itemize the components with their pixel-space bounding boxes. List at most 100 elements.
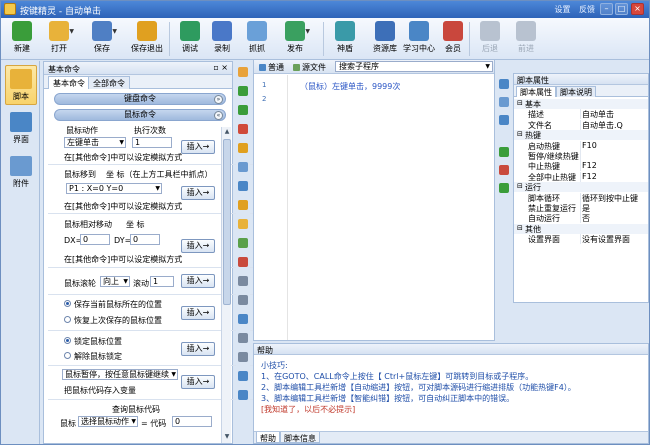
property-row[interactable]: 描述 自动单击 xyxy=(514,109,648,120)
toolbar-button-9[interactable]: 资源库 xyxy=(367,20,403,58)
property-row[interactable]: 设置界面 没有设置界面 xyxy=(514,234,648,245)
collapse-icon[interactable]: ⊟ xyxy=(517,130,523,138)
scroll-amount-input[interactable]: 1 xyxy=(150,276,174,287)
collapse-icon[interactable]: ⊟ xyxy=(517,182,523,190)
dropdown-arrow-icon[interactable]: ▼ xyxy=(305,28,310,35)
property-row[interactable]: 全部中止热键 F12 xyxy=(514,171,648,182)
tab-basic-commands[interactable]: 基本命令 xyxy=(48,76,90,89)
exec-count-input[interactable]: 1 xyxy=(132,137,172,148)
property-value[interactable]: F12 xyxy=(582,172,646,181)
property-value[interactable]: 否 xyxy=(582,213,646,224)
point-select[interactable]: P1 : X=0 Y=0 ▼ xyxy=(66,183,162,194)
category-icon[interactable] xyxy=(499,115,509,125)
toolbar-button-10[interactable]: 学习中心 xyxy=(401,20,437,58)
dismiss-tip-link[interactable]: [我知道了，以后不必提示] xyxy=(261,404,355,415)
property-value[interactable]: 循环到按中止键 xyxy=(582,193,646,204)
refresh-icon[interactable] xyxy=(499,183,509,193)
toolbar-button-1[interactable]: 打开 ▼ xyxy=(46,20,74,58)
find-icon[interactable] xyxy=(238,333,248,343)
toolbar-button-3[interactable]: 保存退出 xyxy=(129,20,165,58)
property-value[interactable]: 没有设置界面 xyxy=(582,234,646,245)
nav-item-2[interactable]: 附件 xyxy=(5,153,37,193)
property-row[interactable]: 自动运行 否 xyxy=(514,213,648,224)
code-line[interactable]: （鼠标）左键单击，9999次 xyxy=(300,81,400,92)
paste-icon[interactable] xyxy=(238,181,248,191)
property-row[interactable]: 中止热键 F12 xyxy=(514,161,648,172)
settings-link[interactable]: 设置 xyxy=(554,5,570,14)
dropdown-arrow-icon[interactable]: ▼ xyxy=(112,28,117,35)
tab-all-commands[interactable]: 全部命令 xyxy=(88,76,130,89)
tab-source-file[interactable]: 源文件 xyxy=(290,61,329,73)
bookmark-icon[interactable] xyxy=(238,371,248,381)
toolbar-button-2[interactable]: 保存 ▼ xyxy=(89,20,117,58)
dy-input[interactable]: 0 xyxy=(130,234,160,245)
property-value[interactable]: F12 xyxy=(582,161,646,170)
property-value[interactable]: 是 xyxy=(582,203,646,214)
restore-position-radio[interactable] xyxy=(64,316,71,323)
toolbar-button-5[interactable]: 录制 xyxy=(209,20,235,58)
insert-button[interactable]: 插入→ xyxy=(181,274,215,288)
copy-icon[interactable] xyxy=(238,162,248,172)
property-category[interactable]: ⊟ 运行 xyxy=(514,182,648,193)
insert-button[interactable]: 插入→ xyxy=(181,342,215,356)
indent-icon[interactable] xyxy=(238,238,248,248)
toolbar-button-6[interactable]: 抓抓 xyxy=(244,20,270,58)
toolbar-button-4[interactable]: 调试 xyxy=(177,20,203,58)
pointer-icon[interactable] xyxy=(238,67,248,77)
property-row[interactable]: 启动热键 F10 xyxy=(514,140,648,151)
property-row[interactable]: 文件名 自动单击.Q xyxy=(514,119,648,131)
delete-icon[interactable] xyxy=(238,124,248,134)
toolbar-button-11[interactable]: 会员 xyxy=(440,20,466,58)
note-icon[interactable] xyxy=(238,200,248,210)
goto-icon[interactable] xyxy=(238,314,248,324)
scroll-thumb[interactable] xyxy=(223,139,231,305)
insert-button[interactable]: 插入→ xyxy=(181,239,215,253)
error-check-icon[interactable] xyxy=(238,257,248,267)
replace-icon[interactable] xyxy=(238,352,248,362)
subroutine-search-select[interactable]: 搜索子程序 ▼ xyxy=(335,61,493,72)
tab-normal-view[interactable]: 普通 xyxy=(256,61,287,73)
insert-button[interactable]: 插入→ xyxy=(181,375,215,389)
property-value[interactable]: 自动单击 xyxy=(582,109,646,120)
toolbar-button-8[interactable]: 神盾 xyxy=(332,20,358,58)
property-row[interactable]: 禁止重复运行是 xyxy=(514,203,648,213)
nav-item-1[interactable]: 界面 xyxy=(5,109,37,149)
tab-script-info[interactable]: 脚本信息 xyxy=(280,432,320,443)
scroll-down-icon[interactable]: ▼ xyxy=(223,433,231,442)
wheel-direction-select[interactable]: 向上 ▼ xyxy=(100,276,130,287)
property-value[interactable]: 自动单击.Q xyxy=(582,120,646,131)
maximize-button[interactable]: □ xyxy=(615,3,628,15)
save-position-radio[interactable] xyxy=(64,300,71,307)
mouse-commands-category[interactable]: 鼠标命令 « xyxy=(54,109,226,121)
scroll-up-icon[interactable]: ▲ xyxy=(223,128,231,137)
move-down-icon[interactable] xyxy=(238,105,248,115)
sort-icon[interactable] xyxy=(499,97,509,107)
collapse-icon[interactable]: ⊟ xyxy=(517,99,523,107)
lock-position-radio[interactable] xyxy=(64,337,71,344)
remove-icon[interactable] xyxy=(499,165,509,175)
command-scrollbar[interactable]: ▲ ▼ xyxy=(221,127,231,443)
tab-script-properties[interactable]: 脚本属性 xyxy=(516,86,556,97)
property-category[interactable]: ⊟ 基本 xyxy=(514,99,648,109)
tab-script-description[interactable]: 脚本说明 xyxy=(556,86,596,97)
pause-select[interactable]: 鼠标暂停，按任意鼠标键继续 ▼ xyxy=(62,369,178,380)
property-row[interactable]: 脚本循环 循环到按中止键 xyxy=(514,192,648,204)
property-value[interactable]: F10 xyxy=(582,141,646,150)
hand-icon[interactable] xyxy=(238,143,248,153)
minimize-button[interactable]: – xyxy=(600,3,613,15)
insert-button[interactable]: 插入→ xyxy=(181,306,215,320)
mouse-action-select[interactable]: 左键单击 ▼ xyxy=(64,137,126,148)
toolbar-button-0[interactable]: 新建 xyxy=(9,20,35,58)
nav-item-0[interactable]: 脚本 xyxy=(5,65,37,105)
view-icon[interactable] xyxy=(238,390,248,400)
property-icon[interactable] xyxy=(499,79,509,89)
toolbar-button-7[interactable]: 发布 ▼ xyxy=(282,20,310,58)
property-category[interactable]: ⊟ 热键 xyxy=(514,130,648,141)
tab-help[interactable]: 帮助 xyxy=(256,432,280,443)
mouse-code-input[interactable]: 0 xyxy=(172,416,212,427)
pin-icon[interactable]: ▫ × xyxy=(213,63,228,72)
move-up-icon[interactable] xyxy=(238,86,248,96)
feedback-link[interactable]: 反馈 xyxy=(579,5,595,14)
dx-input[interactable]: 0 xyxy=(80,234,110,245)
insert-button[interactable]: 插入→ xyxy=(181,186,215,200)
